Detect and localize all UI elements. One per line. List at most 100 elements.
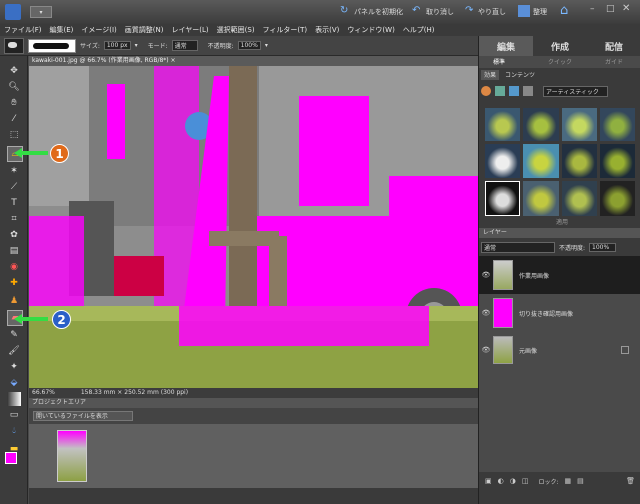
- gradient-tool-icon[interactable]: [7, 392, 21, 406]
- subtab-guided[interactable]: ガイド: [587, 57, 640, 66]
- opacity-dropdown-icon[interactable]: ▾: [265, 42, 268, 49]
- project-bin-dropdown[interactable]: 開いているファイルを表示: [33, 411, 133, 421]
- effect-thumbnail[interactable]: [523, 108, 559, 142]
- redo-icon[interactable]: ↷: [465, 5, 473, 16]
- menu-window[interactable]: ウィンドウ(W): [343, 25, 398, 35]
- tool-preset-icon[interactable]: [4, 37, 24, 54]
- layer-opacity-input[interactable]: 100%: [589, 242, 617, 252]
- effect-thumbnail[interactable]: [561, 180, 597, 216]
- workspace-menu-button[interactable]: ▾: [30, 6, 52, 18]
- delete-layer-icon[interactable]: 🗑︎: [626, 477, 635, 485]
- image-canvas[interactable]: [29, 66, 478, 388]
- panel-reset-button[interactable]: パネルを初期化: [354, 7, 403, 17]
- subtab-full[interactable]: 標準: [479, 57, 519, 66]
- menu-enhance[interactable]: 画質調整(N): [121, 25, 168, 35]
- menu-help[interactable]: ヘルプ(H): [399, 25, 439, 35]
- effects-category-dropdown[interactable]: アーティスティック: [543, 85, 608, 97]
- layer-row-original[interactable]: 👁︎ 元画像: [479, 332, 640, 369]
- tab-share[interactable]: 配信: [587, 36, 640, 56]
- foreground-color-swatch[interactable]: [5, 452, 17, 464]
- undo-button[interactable]: 取り消し: [426, 7, 454, 17]
- undo-icon[interactable]: ↶: [412, 5, 420, 16]
- project-bin-thumbnail[interactable]: [57, 430, 87, 482]
- red-eye-tool-icon[interactable]: ◉: [7, 260, 21, 274]
- content-tab[interactable]: コンテンツ: [502, 70, 538, 80]
- effect-thumbnail[interactable]: [561, 108, 597, 142]
- tab-edit[interactable]: 編集: [479, 36, 533, 56]
- organizer-button[interactable]: 整理: [533, 7, 547, 17]
- menu-file[interactable]: ファイル(F): [0, 25, 46, 35]
- effect-thumbnail[interactable]: [523, 180, 559, 216]
- eyedropper-tool-icon[interactable]: ⁄: [7, 112, 21, 126]
- lock-transparent-icon[interactable]: ▦: [565, 477, 572, 485]
- filters-icon[interactable]: [481, 86, 491, 96]
- move-tool-icon[interactable]: ✥: [7, 64, 21, 78]
- size-dropdown-icon[interactable]: ▾: [135, 42, 138, 49]
- close-button[interactable]: ✕: [622, 3, 634, 15]
- effect-thumbnail[interactable]: [599, 180, 635, 216]
- lock-all-icon[interactable]: ▤: [577, 477, 584, 485]
- menu-edit[interactable]: 編集(E): [46, 25, 78, 35]
- all-effects-icon[interactable]: [523, 86, 533, 96]
- minimize-button[interactable]: –: [590, 4, 602, 16]
- menu-image[interactable]: イメージ(I): [77, 25, 120, 35]
- new-layer-icon[interactable]: ▣: [485, 477, 492, 485]
- layer-mask-icon[interactable]: ◫: [522, 477, 529, 485]
- layer-row-check[interactable]: 👁︎ 切り抜き確認用画像: [479, 294, 640, 333]
- spot-healing-tool-icon[interactable]: ✚: [7, 276, 21, 290]
- layer-row-work[interactable]: 👁︎ 作業用画像: [479, 256, 640, 295]
- visibility-eye-icon[interactable]: 👁︎: [479, 346, 493, 354]
- zoom-level[interactable]: 66.67%: [32, 389, 55, 396]
- mode-select[interactable]: 通常: [171, 40, 198, 51]
- selection-brush-tool-icon[interactable]: ⟋: [7, 180, 21, 194]
- photo-effects-icon[interactable]: [509, 86, 519, 96]
- menu-filter[interactable]: フィルター(T): [259, 25, 312, 35]
- brush-tool-icon[interactable]: 🖌︎: [7, 344, 21, 358]
- panel-reset-icon[interactable]: ↻: [340, 5, 352, 17]
- paint-bucket-tool-icon[interactable]: ⬙: [7, 376, 21, 390]
- effect-thumbnail[interactable]: [523, 144, 559, 178]
- home-icon[interactable]: ⌂: [560, 3, 568, 18]
- smart-brush-tool-icon[interactable]: ✦: [7, 360, 21, 374]
- opacity-input[interactable]: 100%: [237, 41, 261, 50]
- maximize-button[interactable]: □: [606, 4, 618, 16]
- effect-thumbnail[interactable]: [599, 108, 635, 142]
- new-adjustment-icon[interactable]: ◐: [498, 477, 504, 485]
- app-logo: [5, 4, 21, 20]
- tab-create[interactable]: 作成: [533, 36, 587, 56]
- blend-mode-select[interactable]: 通常: [481, 241, 555, 253]
- size-input[interactable]: 100 px: [103, 41, 131, 50]
- menu-view[interactable]: 表示(V): [311, 25, 343, 35]
- effect-thumbnail[interactable]: [485, 108, 521, 142]
- magic-wand-tool-icon[interactable]: ✶: [7, 164, 21, 178]
- effect-thumbnail[interactable]: [599, 144, 635, 178]
- crop-tool-icon[interactable]: ⌗: [7, 212, 21, 226]
- new-fill-icon[interactable]: ◑: [510, 477, 516, 485]
- project-bin-header[interactable]: プロジェクトエリア: [29, 398, 478, 408]
- pencil-tool-icon[interactable]: ✎: [7, 328, 21, 342]
- organizer-icon[interactable]: [518, 5, 530, 17]
- brush-preview[interactable]: [28, 38, 76, 53]
- straighten-tool-icon[interactable]: ▤: [7, 244, 21, 258]
- custom-shape-tool-icon[interactable]: ▭: [7, 408, 21, 422]
- menu-select[interactable]: 選択範囲(S): [213, 25, 259, 35]
- blur-tool-icon[interactable]: 💧︎: [7, 424, 21, 438]
- effect-thumbnail[interactable]: [485, 144, 521, 178]
- hand-tool-icon[interactable]: ✋︎: [7, 96, 21, 110]
- marquee-tool-icon[interactable]: ⬚: [7, 128, 21, 142]
- apply-button[interactable]: 適用: [547, 217, 577, 226]
- subtab-quick[interactable]: クイック: [533, 57, 587, 66]
- document-tab[interactable]: kawaki-001.jpg @ 66.7% (作業用画像, RGB/8*) ×: [29, 56, 478, 66]
- visibility-eye-icon[interactable]: 👁︎: [479, 309, 493, 317]
- effect-thumbnail[interactable]: [561, 144, 597, 178]
- effects-tab[interactable]: 効果: [481, 70, 500, 80]
- clone-stamp-tool-icon[interactable]: ♟: [7, 294, 21, 308]
- zoom-tool-icon[interactable]: 🔍︎: [7, 80, 21, 94]
- menu-layer[interactable]: レイヤー(L): [167, 25, 212, 35]
- effect-thumbnail[interactable]: [485, 180, 521, 216]
- layer-styles-icon[interactable]: [495, 86, 505, 96]
- visibility-eye-icon[interactable]: 👁︎: [479, 271, 493, 279]
- type-tool-icon[interactable]: T: [7, 196, 21, 210]
- cookie-cutter-tool-icon[interactable]: ✿: [7, 228, 21, 242]
- redo-button[interactable]: やり直し: [478, 7, 506, 17]
